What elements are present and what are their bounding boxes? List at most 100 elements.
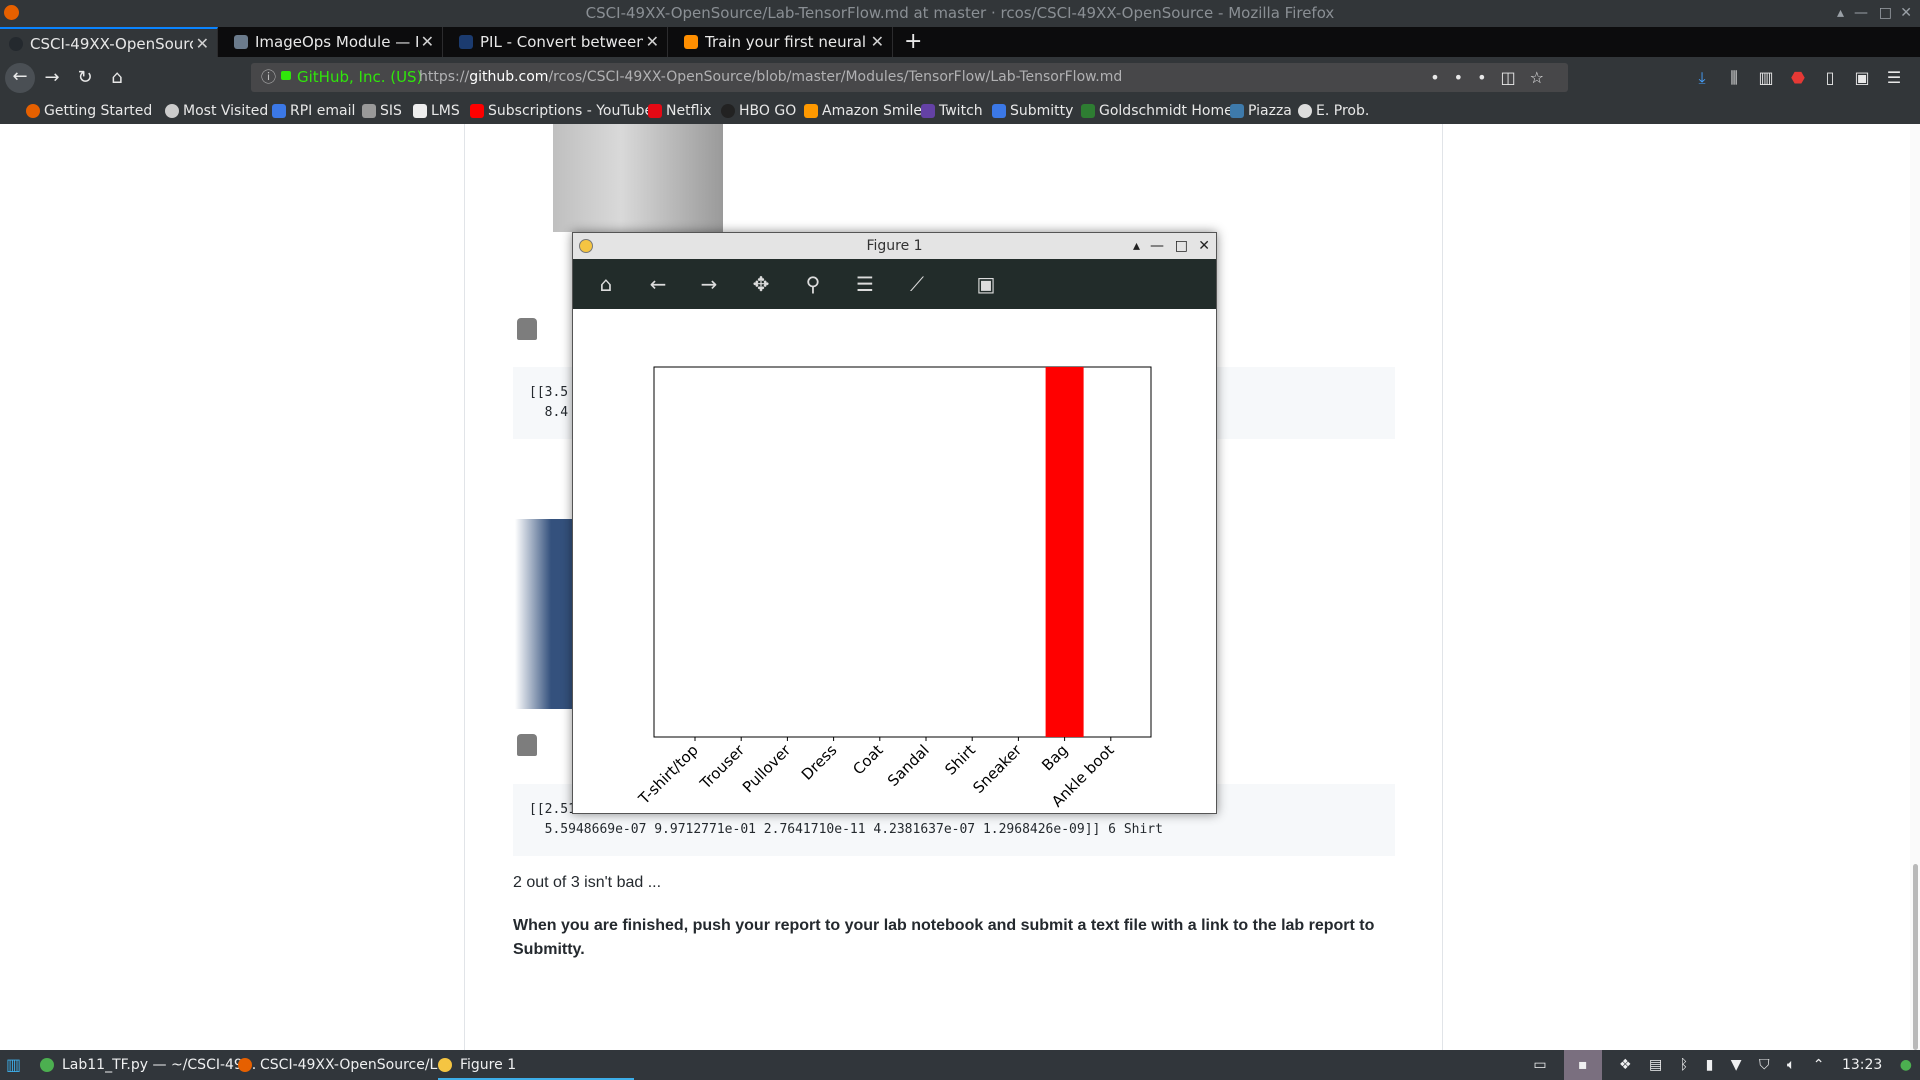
bookmark-goldschmidt[interactable]: Goldschmidt Home (1081, 98, 1233, 124)
tab-pil-convert[interactable]: PIL - Convert between a PI ✕ (450, 27, 668, 57)
battery-icon[interactable]: ▮ (1706, 1050, 1714, 1080)
minimize-icon[interactable]: — (1854, 0, 1868, 27)
screenshot-icon[interactable]: ▣ (1846, 57, 1878, 98)
page-scrollbar[interactable] (1910, 124, 1920, 1050)
minimize-icon[interactable]: — (1150, 233, 1164, 259)
shirt-thumbnail-2 (517, 734, 537, 756)
dropbox-icon[interactable]: ❖ (1619, 1050, 1632, 1080)
subplots-icon[interactable]: ☰ (852, 271, 878, 297)
bookmark-twitch[interactable]: Twitch (921, 98, 983, 124)
library-icon[interactable]: ⫼ (1718, 57, 1750, 98)
code-line: 5.5948669e-07 9.9712771e-01 2.7641710e-1… (529, 822, 1163, 837)
pager-icon[interactable]: ▪ (1564, 1050, 1602, 1080)
terminal-icon[interactable]: ▤ (1649, 1050, 1662, 1080)
vpn-shield-icon[interactable]: ⛉ (1759, 1050, 1770, 1080)
sidebar-icon[interactable]: ▥ (1750, 57, 1782, 98)
result-paragraph: 2 out of 3 isn't bad ... (513, 874, 662, 891)
updates-icon[interactable]: ● (1900, 1050, 1912, 1080)
arrow-up-icon[interactable]: ⌃ (1813, 1050, 1825, 1080)
navigation-toolbar: ← → ↻ ⌂ ⓘ GitHub, Inc. (US) https://gith… (0, 57, 1920, 98)
network-icon[interactable]: ▼ (1731, 1050, 1742, 1080)
address-bar[interactable]: ⓘ GitHub, Inc. (US) https://github.com/r… (251, 63, 1568, 92)
clock[interactable]: 13:23 (1842, 1050, 1882, 1080)
taskbar: ▥ Lab11_TF.py — ~/CSCI-49... CSCI-49XX-O… (0, 1050, 1920, 1080)
url-scheme: https:// (419, 69, 470, 85)
bluetooth-icon[interactable]: ᛒ (1680, 1050, 1688, 1080)
task-editor[interactable]: Lab11_TF.py — ~/CSCI-49... (40, 1050, 256, 1080)
twitch-icon (921, 104, 935, 118)
display-icon[interactable]: ▭ (1533, 1050, 1546, 1080)
home-button[interactable]: ⌂ (103, 64, 131, 92)
bookmarks-toolbar: Getting Started Most Visited RPI email S… (0, 98, 1920, 125)
url-text[interactable]: https://github.com/rcos/CSCI-49XX-OpenSo… (419, 63, 1122, 92)
close-tab-icon[interactable]: ✕ (196, 29, 209, 57)
bookmark-netflix[interactable]: Netflix (648, 98, 712, 124)
downloads-icon[interactable]: ⤓ (1686, 57, 1718, 98)
bookmark-label: Netflix (666, 103, 712, 119)
x-tick-label: Shirt (941, 741, 979, 779)
tab-github[interactable]: CSCI-49XX-OpenSource/La ✕ (0, 27, 218, 57)
figure-titlebar[interactable]: Figure 1 ▴ — □ ✕ (573, 233, 1216, 259)
new-tab-button[interactable]: + (904, 27, 922, 57)
bookmark-getting-started[interactable]: Getting Started (26, 98, 152, 124)
pan-icon[interactable]: ✥ (748, 271, 774, 297)
adblock-icon[interactable]: ⬣ (1782, 57, 1814, 98)
globe-icon (1298, 104, 1312, 118)
back-arrow-icon[interactable]: ← (645, 271, 671, 297)
window-titlebar: CSCI-49XX-OpenSource/Lab-TensorFlow.md a… (0, 0, 1920, 27)
save-icon[interactable]: ▣ (973, 271, 999, 297)
bookmark-sis[interactable]: SIS (362, 98, 402, 124)
maximize-icon[interactable]: □ (1879, 0, 1892, 27)
tab-tensorflow[interactable]: Train your first neural netw ✕ (675, 27, 893, 57)
site-info-icon[interactable]: ⓘ (261, 63, 276, 92)
bookmark-hbo-go[interactable]: HBO GO (721, 98, 796, 124)
bookmark-piazza[interactable]: Piazza (1230, 98, 1292, 124)
code-line: 8.4 (529, 405, 569, 420)
task-label: CSCI-49XX-OpenSource/L... (260, 1057, 451, 1073)
bookmark-rpi-email[interactable]: RPI email (272, 98, 355, 124)
shade-icon[interactable]: ▴ (1133, 233, 1140, 259)
extension-icon[interactable]: ▯ (1814, 57, 1846, 98)
app-launcher-icon[interactable]: ▥ (6, 1050, 21, 1080)
forward-button[interactable]: → (38, 64, 66, 92)
task-figure[interactable]: Figure 1 (438, 1050, 634, 1080)
matplotlib-icon (438, 1058, 452, 1072)
submitty-icon (992, 104, 1006, 118)
bookmark-youtube[interactable]: Subscriptions - YouTube (470, 98, 653, 124)
bookmark-e-prob[interactable]: E. Prob. (1298, 98, 1369, 124)
bookmark-star-icon[interactable]: ☆ (1530, 68, 1558, 87)
bookmark-submitty[interactable]: Submitty (992, 98, 1073, 124)
close-window-icon[interactable]: ✕ (1900, 0, 1912, 27)
lms-icon (413, 104, 427, 118)
scrollbar-thumb[interactable] (1913, 864, 1918, 1050)
task-firefox[interactable]: CSCI-49XX-OpenSource/L... (238, 1050, 451, 1080)
back-button[interactable]: ← (5, 63, 35, 93)
x-tick-label: Sneaker (969, 741, 1025, 797)
gear-icon (165, 104, 179, 118)
close-tab-icon[interactable]: ✕ (871, 27, 884, 57)
sis-icon (362, 104, 376, 118)
figure-window[interactable]: Figure 1 ▴ — □ ✕ ⌂ ← → ✥ ⚲ ☰ ⟋ ▣ T-shirt… (572, 232, 1217, 814)
x-tick-label: Pullover (739, 741, 795, 797)
reload-button[interactable]: ↻ (71, 64, 99, 92)
bookmark-most-visited[interactable]: Most Visited (165, 98, 268, 124)
bookmark-amazon-smile[interactable]: Amazon Smile (804, 98, 922, 124)
pocket-icon[interactable]: ◫ (1501, 68, 1530, 87)
bookmark-lms[interactable]: LMS (413, 98, 460, 124)
page-actions-icon[interactable]: ••• (1430, 68, 1500, 87)
axes-edit-icon[interactable]: ⟋ (904, 271, 930, 297)
maximize-icon[interactable]: □ (1175, 233, 1188, 259)
close-icon[interactable]: ✕ (1198, 233, 1210, 259)
menu-icon[interactable]: ☰ (1878, 57, 1910, 98)
tab-strip: CSCI-49XX-OpenSource/La ✕ ImageOps Modul… (0, 27, 1920, 57)
close-tab-icon[interactable]: ✕ (646, 27, 659, 57)
close-tab-icon[interactable]: ✕ (421, 27, 434, 57)
volume-icon[interactable]: 🔈︎ (1787, 1050, 1795, 1080)
bookmark-label: HBO GO (739, 103, 797, 119)
tab-imageops[interactable]: ImageOps Module — Pillow ✕ (225, 27, 443, 57)
zoom-icon[interactable]: ⚲ (800, 271, 826, 297)
forward-arrow-icon[interactable]: → (696, 271, 722, 297)
window-up-icon[interactable]: ▴ (1837, 0, 1844, 27)
home-icon[interactable]: ⌂ (593, 271, 619, 297)
bookmark-label: Twitch (939, 103, 983, 119)
